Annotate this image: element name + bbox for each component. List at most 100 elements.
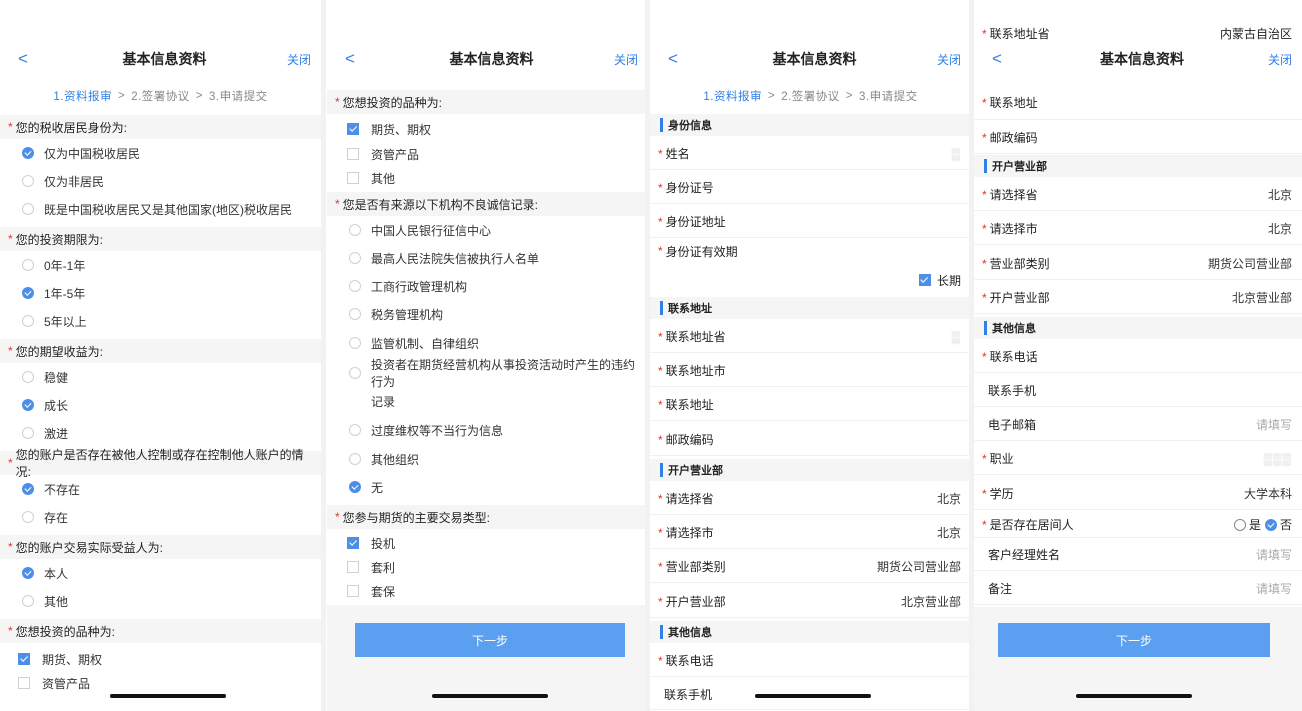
- select-province-field[interactable]: * 请选择省 北京: [650, 483, 971, 515]
- manager-name-field[interactable]: 客户经理姓名 请填写: [974, 539, 1302, 571]
- question-trade-type: * 您参与期货的主要交易类型:: [327, 505, 648, 529]
- remark-field[interactable]: 备注 请填写: [974, 573, 1302, 605]
- radio-option[interactable]: 仅为中国税收居民: [0, 141, 321, 165]
- next-button[interactable]: 下一步: [998, 623, 1270, 657]
- mobile-field[interactable]: 联系手机: [974, 375, 1302, 407]
- radio-option[interactable]: 存在: [0, 505, 321, 529]
- required-mark: *: [658, 181, 663, 195]
- contact-province-field[interactable]: * 联系地址省 内蒙古自治区: [974, 22, 1302, 44]
- zip-field[interactable]: * 邮政编码: [974, 122, 1302, 154]
- radio-option[interactable]: 工商行政管理机构: [327, 274, 648, 298]
- step-indicator: 1.资料报审 > 2.签署协议 > 3.申请提交: [650, 83, 971, 109]
- close-button[interactable]: 关闭: [1252, 51, 1292, 68]
- education-field[interactable]: * 学历 大学本科: [974, 478, 1302, 510]
- option-continuation: 记录: [371, 394, 396, 409]
- required-mark: *: [658, 215, 663, 229]
- panel-basic-info: < 基本信息资料 关闭 1.资料报审 > 2.签署协议 > 3.申请提交 身份信…: [650, 0, 971, 711]
- phone-field[interactable]: * 联系电话: [650, 645, 971, 677]
- radio-option[interactable]: 5年以上: [0, 309, 321, 333]
- step-1: 1.资料报审: [53, 91, 112, 103]
- radio-option[interactable]: 其他组织: [327, 447, 648, 471]
- radio-option[interactable]: 监管机制、自律组织: [327, 331, 648, 355]
- branch-field[interactable]: * 开户营业部 北京营业部: [650, 586, 971, 618]
- select-city-field[interactable]: * 请选择市 北京: [974, 213, 1302, 245]
- radio-checked-icon: [22, 567, 34, 579]
- checkbox-option[interactable]: 套保: [327, 579, 648, 603]
- back-button[interactable]: <: [668, 49, 708, 69]
- checkbox-option[interactable]: 套利: [327, 555, 648, 579]
- radio-option[interactable]: 中国人民银行征信中心: [327, 218, 648, 242]
- required-mark: *: [982, 518, 987, 532]
- back-button[interactable]: <: [992, 49, 1032, 69]
- email-field[interactable]: 电子邮箱 请填写: [974, 409, 1302, 441]
- question-period: * 您的投资期限为:: [0, 227, 321, 251]
- checkbox-checked-icon: [347, 537, 359, 549]
- radio-option[interactable]: 投资者在期货经营机构从事投资活动时产生的违约行为: [327, 358, 648, 389]
- home-indicator: [110, 694, 226, 698]
- id-validity-label: * 身份证有效期: [658, 244, 738, 259]
- radio-checked-icon[interactable]: [1264, 518, 1277, 531]
- checkbox-option[interactable]: 其他: [327, 166, 648, 190]
- radio-option[interactable]: 1年-5年: [0, 281, 321, 305]
- close-button[interactable]: 关闭: [271, 51, 311, 68]
- job-field[interactable]: * 职业 ▒▒▒: [974, 443, 1302, 475]
- radio-option[interactable]: 其他: [0, 589, 321, 613]
- required-mark: *: [8, 540, 13, 554]
- zip-field[interactable]: * 邮政编码: [650, 424, 971, 456]
- select-city-field[interactable]: * 请选择市 北京: [650, 517, 971, 549]
- radio-option[interactable]: 稳健: [0, 365, 321, 389]
- select-province-field[interactable]: * 请选择省 北京: [974, 179, 1302, 211]
- required-mark: *: [982, 487, 987, 501]
- contact-city-field[interactable]: * 联系地址市: [650, 355, 971, 387]
- branch-type-field[interactable]: * 营业部类别 期货公司营业部: [650, 551, 971, 583]
- navbar: < 基本信息资料 关闭: [327, 42, 648, 76]
- divider: [321, 0, 326, 711]
- back-button[interactable]: <: [18, 49, 58, 69]
- next-button[interactable]: 下一步: [355, 623, 625, 657]
- checkbox-checked-icon: [18, 653, 30, 665]
- phone-field[interactable]: * 联系电话: [974, 341, 1302, 373]
- radio-option[interactable]: 过度维权等不当行为信息: [327, 418, 648, 442]
- checkbox-option[interactable]: 期货、期权: [327, 117, 648, 141]
- radio-empty-icon[interactable]: [1233, 518, 1246, 531]
- required-mark: *: [982, 350, 987, 364]
- name-field[interactable]: * 姓名 ▒: [650, 138, 971, 170]
- radio-empty-icon: [22, 315, 34, 327]
- branch-type-field[interactable]: * 营业部类别 期货公司营业部: [974, 248, 1302, 280]
- checkbox-option[interactable]: 投机: [327, 531, 648, 555]
- radio-option[interactable]: 既是中国税收居民又是其他国家(地区)税收居民: [0, 197, 321, 221]
- branch-field[interactable]: * 开户营业部 北京营业部: [974, 282, 1302, 314]
- radio-option[interactable]: 激进: [0, 421, 321, 445]
- radio-empty-icon: [22, 595, 34, 607]
- required-mark: *: [658, 398, 663, 412]
- id-address-field[interactable]: * 身份证地址: [650, 206, 971, 238]
- contact-province-field[interactable]: * 联系地址省 ▒: [650, 321, 971, 353]
- radio-empty-icon: [349, 424, 361, 436]
- checkbox-option[interactable]: 资管产品: [327, 142, 648, 166]
- contact-address-field[interactable]: * 联系地址: [650, 389, 971, 421]
- required-mark: *: [982, 96, 987, 110]
- radio-empty-icon: [349, 280, 361, 292]
- required-mark: *: [658, 492, 663, 506]
- radio-empty-icon: [22, 175, 34, 187]
- close-button[interactable]: 关闭: [921, 51, 961, 68]
- contact-address-field[interactable]: * 联系地址: [974, 86, 1302, 120]
- checkbox-checked-icon: [918, 274, 931, 286]
- radio-option[interactable]: 0年-1年: [0, 253, 321, 277]
- radio-option[interactable]: 不存在: [0, 477, 321, 501]
- required-mark: *: [335, 197, 340, 211]
- back-button[interactable]: <: [345, 49, 385, 69]
- radio-option[interactable]: 无: [327, 475, 648, 499]
- radio-option[interactable]: 税务管理机构: [327, 302, 648, 326]
- close-button[interactable]: 关闭: [598, 51, 638, 68]
- radio-option[interactable]: 成长: [0, 393, 321, 417]
- radio-option[interactable]: 本人: [0, 561, 321, 585]
- radio-option[interactable]: 仅为非居民: [0, 169, 321, 193]
- checkbox-option[interactable]: 资管产品: [0, 671, 321, 695]
- page-title: 基本信息资料: [1100, 51, 1184, 67]
- id-number-field[interactable]: * 身份证号: [650, 172, 971, 204]
- required-mark: *: [658, 147, 663, 161]
- radio-option[interactable]: 最高人民法院失信被执行人名单: [327, 246, 648, 270]
- checkbox-option[interactable]: 期货、期权: [0, 647, 321, 671]
- long-term-checkbox[interactable]: 长期: [650, 268, 971, 292]
